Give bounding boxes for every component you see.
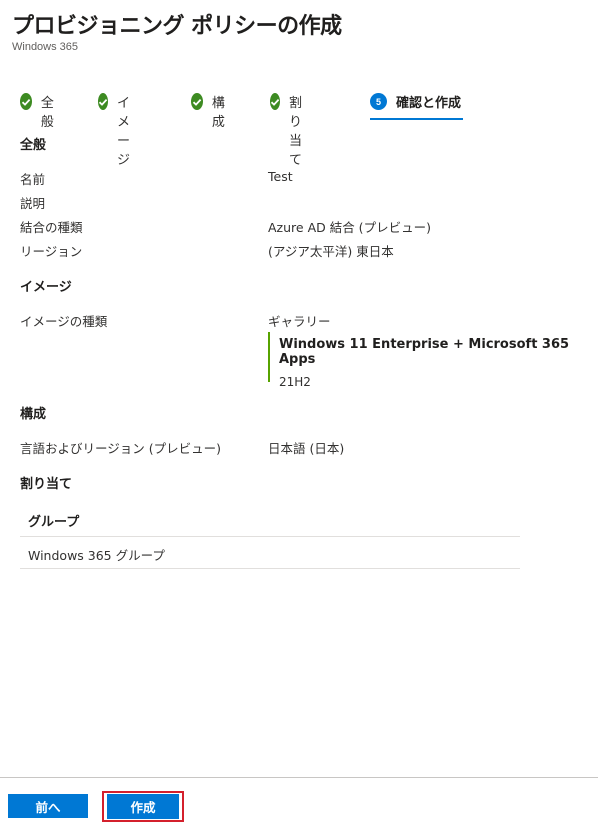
check-circle-icon bbox=[191, 93, 203, 110]
language-region-value: 日本語 (日本) bbox=[268, 441, 345, 456]
step-label: 構成 bbox=[211, 96, 225, 130]
step-number-badge: 5 bbox=[370, 93, 387, 110]
check-circle-icon bbox=[20, 93, 32, 110]
page-header: プロビジョニング ポリシーの作成 bbox=[12, 8, 342, 40]
step-label: イメージ bbox=[117, 96, 131, 168]
section-title-general: 全般 bbox=[20, 138, 47, 153]
footer-divider bbox=[0, 777, 598, 778]
step-label: 確認と作成 bbox=[396, 96, 462, 111]
step-review-create[interactable]: 5 確認と作成 bbox=[370, 88, 463, 120]
name-value: Test bbox=[268, 169, 293, 184]
section-title-configuration: 構成 bbox=[20, 407, 47, 422]
create-button[interactable]: 作成 bbox=[107, 794, 179, 819]
back-button[interactable]: 前へ bbox=[8, 794, 88, 818]
step-assignments[interactable]: 割り当て bbox=[270, 88, 309, 168]
region-label: リージョン bbox=[20, 244, 83, 259]
image-card: Windows 11 Enterprise + Microsoft 365 Ap… bbox=[268, 332, 598, 389]
step-label: 割り当て bbox=[289, 96, 303, 168]
join-type-value: Azure AD 結合 (プレビュー) bbox=[268, 220, 431, 235]
name-label: 名前 bbox=[20, 172, 46, 187]
page-title: プロビジョニング ポリシーの作成 bbox=[12, 14, 342, 39]
section-title-assignments: 割り当て bbox=[20, 477, 73, 492]
image-version: 21H2 bbox=[279, 375, 311, 389]
more-options-button[interactable]: … bbox=[328, 12, 343, 28]
image-type-label: イメージの種類 bbox=[20, 314, 108, 329]
check-circle-icon bbox=[98, 93, 108, 110]
assignments-table: グループ Windows 365 グループ bbox=[20, 503, 520, 569]
image-name: Windows 11 Enterprise + Microsoft 365 Ap… bbox=[279, 337, 570, 367]
create-button-highlight: 作成 bbox=[102, 791, 184, 822]
step-image[interactable]: イメージ bbox=[98, 88, 137, 168]
step-general[interactable]: 全般 bbox=[20, 88, 59, 130]
page-subtitle: Windows 365 bbox=[12, 41, 79, 53]
language-region-label: 言語およびリージョン (プレビュー) bbox=[20, 441, 221, 456]
step-configuration[interactable]: 構成 bbox=[191, 88, 230, 130]
step-label: 全般 bbox=[40, 96, 54, 130]
section-title-image: イメージ bbox=[20, 280, 72, 295]
check-circle-icon bbox=[270, 93, 280, 110]
region-value: (アジア太平洋) 東日本 bbox=[268, 244, 394, 259]
column-header-group: グループ bbox=[20, 503, 520, 537]
table-row: Windows 365 グループ bbox=[20, 537, 520, 569]
image-type-value: ギャラリー bbox=[268, 314, 331, 329]
join-type-label: 結合の種類 bbox=[20, 220, 83, 235]
description-label: 説明 bbox=[20, 196, 46, 211]
